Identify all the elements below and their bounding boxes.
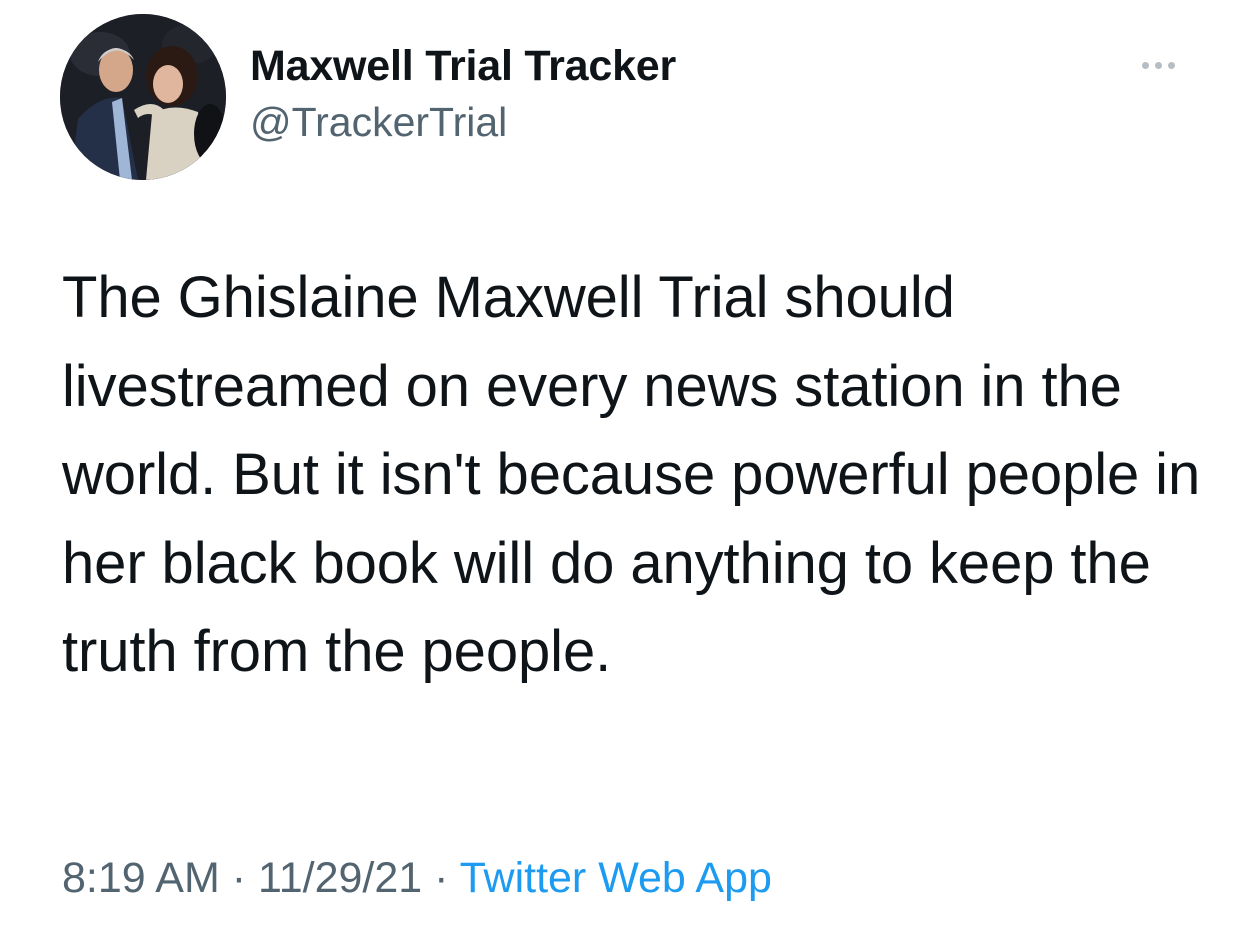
tweet-time[interactable]: 8:19 AM (62, 854, 220, 902)
avatar-photo (60, 14, 226, 180)
tweet-metadata: 8:19 AM · 11/29/21 · Twitter Web App (62, 848, 772, 908)
more-dot (1141, 61, 1149, 69)
meta-separator: · (219, 854, 258, 902)
more-dot (1167, 61, 1175, 69)
author-display-name[interactable]: Maxwell Trial Tracker (250, 40, 676, 92)
more-options-button[interactable] (1128, 50, 1188, 80)
meta-separator: · (422, 854, 460, 902)
tweet-card: Maxwell Trial Tracker @TrackerTrial The … (0, 0, 1242, 928)
author-info[interactable]: Maxwell Trial Tracker @TrackerTrial (250, 40, 676, 148)
more-dot (1154, 61, 1162, 69)
tweet-date[interactable]: 11/29/21 (258, 854, 422, 902)
profile-avatar[interactable] (60, 14, 226, 180)
tweet-text: The Ghislaine Maxwell Trial should lives… (62, 265, 1217, 684)
more-horizontal-icon (1141, 61, 1175, 69)
tweet-source-link[interactable]: Twitter Web App (460, 854, 772, 902)
author-handle[interactable]: @TrackerTrial (250, 96, 676, 148)
